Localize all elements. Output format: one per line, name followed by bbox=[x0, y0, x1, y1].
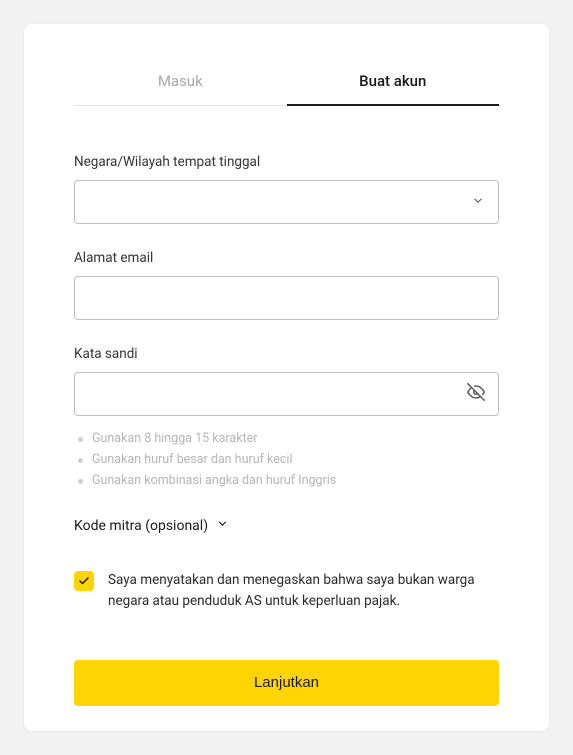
auth-tabs: Masuk Buat akun bbox=[74, 72, 499, 106]
password-label: Kata sandi bbox=[74, 346, 499, 362]
country-select[interactable] bbox=[74, 180, 499, 224]
password-rule: Gunakan kombinasi angka dan huruf Inggri… bbox=[74, 470, 499, 491]
eye-off-icon[interactable] bbox=[467, 383, 485, 405]
chevron-down-icon bbox=[216, 517, 229, 534]
disclaimer-row: Saya menyatakan dan menegaskan bahwa say… bbox=[74, 570, 499, 612]
partner-code-toggle[interactable]: Kode mitra (opsional) bbox=[74, 517, 499, 534]
signup-card: Masuk Buat akun Negara/Wilayah tempat ti… bbox=[24, 24, 549, 731]
check-icon bbox=[78, 575, 90, 587]
tab-signup[interactable]: Buat akun bbox=[287, 72, 500, 106]
password-field-group: Kata sandi Gunakan 8 hingga 15 karakter … bbox=[74, 346, 499, 491]
email-field-group: Alamat email bbox=[74, 250, 499, 320]
partner-code-label: Kode mitra (opsional) bbox=[74, 518, 208, 534]
continue-button[interactable]: Lanjutkan bbox=[74, 660, 499, 706]
country-label: Negara/Wilayah tempat tinggal bbox=[74, 154, 499, 170]
password-rule: Gunakan huruf besar dan huruf kecil bbox=[74, 449, 499, 470]
tab-login[interactable]: Masuk bbox=[74, 72, 287, 106]
email-field[interactable] bbox=[74, 276, 499, 320]
country-field: Negara/Wilayah tempat tinggal bbox=[74, 154, 499, 224]
password-rules: Gunakan 8 hingga 15 karakter Gunakan hur… bbox=[74, 428, 499, 491]
disclaimer-text: Saya menyatakan dan menegaskan bahwa say… bbox=[108, 570, 499, 612]
password-rule: Gunakan 8 hingga 15 karakter bbox=[74, 428, 499, 449]
password-field[interactable] bbox=[74, 372, 499, 416]
email-label: Alamat email bbox=[74, 250, 499, 266]
disclaimer-checkbox[interactable] bbox=[74, 571, 94, 591]
